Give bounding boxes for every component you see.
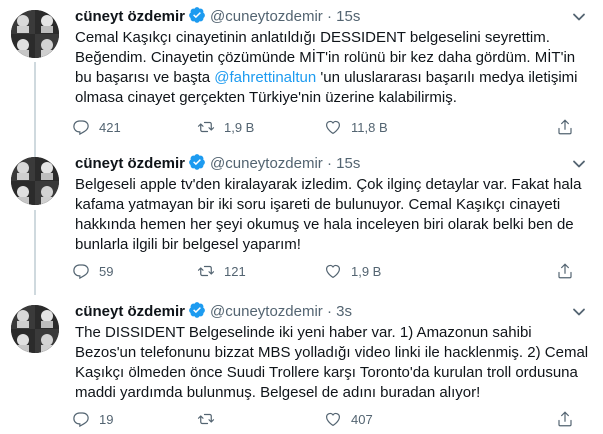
retweet-icon [197, 265, 215, 277]
timestamp[interactable]: 3s [336, 303, 352, 320]
handle[interactable]: @cuneytozdemir [210, 155, 323, 172]
verified-badge-icon [189, 302, 205, 318]
tweet[interactable]: cüneyt özdemir @cuneytozdemir · 15s Cemal… [0, 5, 603, 145]
tweet-actions: 59 121 1,9 B [72, 262, 592, 282]
share-button[interactable] [556, 262, 583, 282]
share-icon [558, 263, 572, 279]
dot-separator: · [322, 8, 337, 25]
mention-link[interactable]: @fahrettinaltun [214, 69, 316, 86]
like-button[interactable]: 11,8 B [324, 118, 388, 138]
dot-separator: · [322, 155, 337, 172]
tweet[interactable]: cüneyt özdemir @cuneytozdemir · 3s The DI… [0, 300, 603, 434]
reply-count: 59 [99, 264, 114, 279]
like-button[interactable]: 407 [324, 410, 373, 430]
retweet-count: 1,9 B [224, 120, 255, 135]
reply-count: 19 [99, 412, 114, 427]
heart-icon [326, 120, 340, 135]
heart-icon [326, 264, 340, 279]
tweet-header: cüneyt özdemir @cuneytozdemir · 15s [75, 6, 360, 28]
avatar[interactable] [11, 305, 59, 353]
handle[interactable]: @cuneytozdemir [210, 303, 323, 320]
share-button[interactable] [556, 118, 583, 138]
tweet-header: cüneyt özdemir @cuneytozdemir · 15s [75, 153, 360, 175]
tweet-header: cüneyt özdemir @cuneytozdemir · 3s [75, 301, 352, 323]
reply-count: 421 [99, 120, 121, 135]
tweet-text: Belgeseli apple tv'den kiralayarak izled… [75, 176, 582, 253]
share-icon [558, 119, 572, 135]
reply-icon [73, 412, 89, 428]
tweet-actions: 421 1,9 B 11,8 B [72, 118, 592, 138]
retweet-button[interactable]: 121 [197, 262, 246, 282]
display-name[interactable]: cüneyt özdemir [75, 303, 185, 320]
tweet[interactable]: cüneyt özdemir @cuneytozdemir · 15s Belge… [0, 152, 603, 292]
tweet-actions: 19 407 [72, 410, 592, 430]
timestamp[interactable]: 15s [336, 8, 360, 25]
verified-badge-icon [189, 154, 205, 170]
reply-icon [73, 264, 89, 280]
share-button[interactable] [556, 410, 583, 430]
more-options-icon[interactable] [569, 7, 589, 27]
avatar[interactable] [11, 10, 59, 58]
display-name[interactable]: cüneyt özdemir [75, 155, 185, 172]
reply-button[interactable]: 19 [72, 410, 113, 430]
heart-icon [326, 412, 340, 427]
like-count: 1,9 B [351, 264, 382, 279]
dot-separator: · [322, 303, 337, 320]
tweet-text: The DISSIDENT Belgeselinde iki yeni habe… [75, 324, 589, 401]
display-name[interactable]: cüneyt özdemir [75, 8, 185, 25]
handle[interactable]: @cuneytozdemir [210, 8, 323, 25]
like-button[interactable]: 1,9 B [324, 262, 381, 282]
like-count: 11,8 B [351, 120, 388, 135]
timestamp[interactable]: 15s [336, 155, 360, 172]
retweet-icon [197, 413, 215, 425]
retweet-button[interactable] [197, 410, 224, 430]
avatar[interactable] [11, 157, 59, 205]
reply-icon [73, 120, 89, 136]
reply-button[interactable]: 59 [72, 262, 113, 282]
reply-button[interactable]: 421 [72, 118, 121, 138]
more-options-icon[interactable] [569, 302, 589, 322]
retweet-button[interactable]: 1,9 B [197, 118, 254, 138]
tweet-text: Cemal Kaşıkçı cinayetinin anlatıldığı DE… [75, 28, 590, 108]
verified-badge-icon [189, 7, 205, 23]
retweet-count: 121 [224, 264, 246, 279]
more-options-icon[interactable] [569, 154, 589, 174]
retweet-icon [197, 121, 215, 133]
like-count: 407 [351, 412, 373, 427]
share-icon [558, 411, 572, 427]
